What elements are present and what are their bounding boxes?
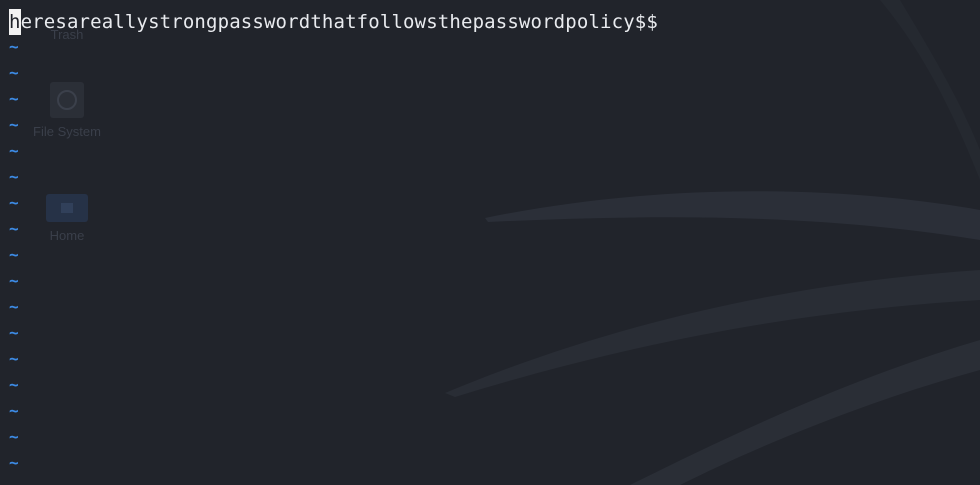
buffer-line-1[interactable]: heresareallystrongpasswordthatfollowsthe… (9, 9, 658, 35)
tilde-marker: ~ (9, 349, 19, 368)
tilde-marker: ~ (9, 37, 19, 56)
tilde-marker: ~ (9, 271, 19, 290)
tilde-marker: ~ (9, 141, 19, 160)
tilde-marker: ~ (9, 323, 19, 342)
tilde-marker: ~ (9, 427, 19, 446)
text-cursor: h (9, 9, 21, 35)
tilde-marker: ~ (9, 375, 19, 394)
vim-editor-buffer[interactable]: heresareallystrongpasswordthatfollowsthe… (0, 0, 980, 485)
tilde-marker: ~ (9, 63, 19, 82)
tilde-marker: ~ (9, 245, 19, 264)
buffer-line-text: eresareallystrongpasswordthatfollowsthep… (20, 11, 658, 33)
tilde-marker: ~ (9, 453, 19, 472)
tilde-marker: ~ (9, 219, 19, 238)
empty-line-markers: ~ ~ ~ ~ ~ ~ ~ ~ ~ ~ ~ ~ ~ ~ ~ ~ ~ (9, 34, 19, 476)
tilde-marker: ~ (9, 115, 19, 134)
tilde-marker: ~ (9, 401, 19, 420)
tilde-marker: ~ (9, 167, 19, 186)
tilde-marker: ~ (9, 193, 19, 212)
desktop-screen: Trash File System Home heresareallystron… (0, 0, 980, 485)
tilde-marker: ~ (9, 297, 19, 316)
tilde-marker: ~ (9, 89, 19, 108)
